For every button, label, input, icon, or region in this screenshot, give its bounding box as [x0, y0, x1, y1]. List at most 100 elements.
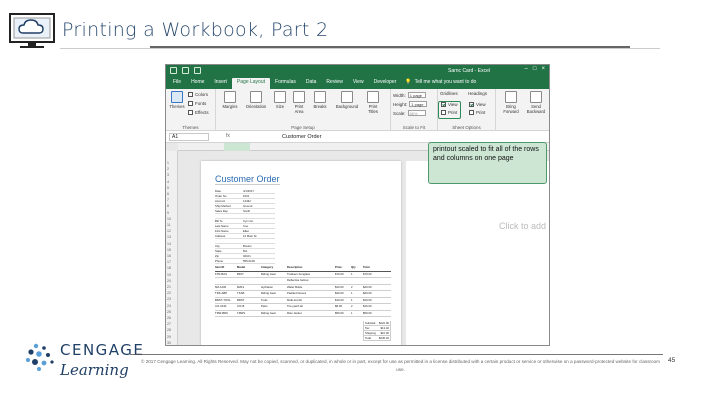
table-cell[interactable] [363, 278, 385, 284]
row-number[interactable]: 22 [167, 291, 171, 295]
table-cell[interactable]: 1 [351, 291, 363, 297]
table-cell[interactable]: 1 [351, 298, 363, 304]
table-cell[interactable]: Water Bottle [287, 285, 335, 291]
table-cell[interactable]: $79.00 [335, 272, 351, 278]
row-number[interactable]: 18 [167, 266, 171, 270]
info-label[interactable]: State [215, 249, 243, 253]
effects-button[interactable]: Effects [188, 110, 209, 115]
table-cell[interactable]: $8.00 [335, 304, 351, 310]
table-cell[interactable]: Riding Gear [261, 311, 287, 317]
row-number[interactable]: 4 [167, 180, 169, 184]
info-label[interactable]: Date [215, 189, 243, 193]
height-select[interactable]: 1 page [409, 101, 428, 107]
table-cell[interactable] [335, 278, 351, 284]
table-cell[interactable]: TRW9 [237, 311, 261, 317]
table-cell[interactable]: Parts [261, 304, 287, 310]
info-value[interactable]: 555-0100 [243, 259, 255, 263]
column-header[interactable]: Total [363, 265, 385, 271]
redo-icon[interactable] [194, 67, 201, 74]
info-value[interactable]: Ellen [243, 229, 249, 233]
print-titles-button[interactable]: Print Titles [364, 91, 382, 114]
info-label[interactable]: First Name [215, 229, 243, 233]
info-value[interactable]: 1001 [243, 194, 249, 198]
table-cell[interactable]: Tire patch kit [287, 304, 335, 310]
table-cell[interactable]: Riding Gear [261, 272, 287, 278]
table-cell[interactable]: $59.00 [363, 311, 385, 317]
table-cell[interactable]: $10.00 [335, 285, 351, 291]
headings-view-checkbox[interactable]: View [469, 102, 486, 107]
row-number[interactable]: 20 [167, 279, 171, 283]
tab-formulas[interactable]: Formulas [270, 78, 301, 89]
info-label[interactable]: Account [215, 199, 243, 203]
info-value[interactable]: Cyc Ltd. [243, 219, 253, 223]
info-label[interactable]: Zip [215, 254, 243, 258]
formula-input[interactable]: Customer Order [282, 134, 321, 140]
table-cell[interactable]: TKAB [237, 291, 261, 297]
maximize-icon[interactable]: □ [533, 66, 537, 72]
breaks-button[interactable]: Breaks [310, 91, 330, 109]
table-cell[interactable]: TRW-BR9 [215, 311, 237, 317]
totals-value[interactable]: $13.32 [380, 326, 389, 330]
row-number[interactable]: 9 [167, 211, 169, 215]
print-area-button[interactable]: Print Area [290, 91, 308, 114]
info-label[interactable] [215, 214, 243, 218]
table-cell[interactable]: 1 [351, 272, 363, 278]
totals-value[interactable]: $10.00 [380, 331, 389, 335]
totals-value[interactable]: $245.32 [379, 336, 389, 340]
info-label[interactable]: Ship Method [215, 204, 243, 208]
table-cell[interactable]: BF07 [237, 272, 261, 278]
table-cell[interactable] [237, 278, 261, 284]
column-header[interactable]: Category [261, 265, 287, 271]
info-value[interactable]: Coo [243, 224, 248, 228]
row-number[interactable]: 1 [167, 161, 169, 165]
row-number[interactable]: 27 [167, 322, 171, 326]
table-cell[interactable]: 1 [351, 311, 363, 317]
row-number[interactable]: 30 [167, 341, 171, 345]
totals-label[interactable]: Subtotal [365, 321, 375, 325]
tab-file[interactable]: File [168, 78, 186, 89]
row-number[interactable]: 6 [167, 192, 169, 196]
table-cell[interactable]: MZ12 [237, 285, 261, 291]
info-label[interactable]: Order No [215, 194, 243, 198]
fonts-button[interactable]: Fonts [188, 101, 206, 106]
row-number[interactable]: 17 [167, 260, 171, 264]
row-number[interactable]: 29 [167, 335, 171, 339]
table-cell[interactable]: Hydration [261, 285, 287, 291]
send-backward-button[interactable]: Send Backward [524, 91, 548, 114]
row-number[interactable]: 24 [167, 304, 171, 308]
column-header[interactable]: Item ID [215, 265, 237, 271]
row-number[interactable]: 23 [167, 297, 171, 301]
table-cell[interactable]: $19.00 [363, 298, 385, 304]
customer-order-title[interactable]: Customer Order [215, 174, 280, 185]
info-value[interactable]: 12 Main St. [243, 234, 257, 238]
table-cell[interactable]: $29.00 [363, 291, 385, 297]
table-cell[interactable]: CO-1540 [215, 304, 237, 310]
table-cell[interactable]: 2 [351, 304, 363, 310]
table-cell[interactable] [215, 278, 237, 284]
table-cell[interactable]: $59.00 [335, 311, 351, 317]
info-value[interactable]: Ground [243, 204, 252, 208]
background-button[interactable]: Background [332, 91, 362, 109]
size-button[interactable]: Size [272, 91, 288, 109]
table-cell[interactable]: Reflective helmet [287, 278, 335, 284]
row-number[interactable]: 14 [167, 242, 171, 246]
info-value[interactable]: Smith [243, 209, 250, 213]
row-number[interactable]: 8 [167, 204, 169, 208]
table-cell[interactable]: FTR-BAS [215, 272, 237, 278]
totals-label[interactable]: Shipping [365, 331, 376, 335]
fx-icon[interactable]: fx [226, 133, 230, 139]
row-number[interactable]: 21 [167, 285, 171, 289]
table-cell[interactable] [261, 278, 287, 284]
table-cell[interactable]: Padded Gloves [287, 291, 335, 297]
totals-value[interactable]: $222.00 [379, 321, 389, 325]
table-cell[interactable]: TRK-ABP [215, 291, 237, 297]
info-label[interactable] [215, 239, 243, 243]
column-header[interactable]: Description [287, 265, 335, 271]
table-cell[interactable]: $20.00 [363, 285, 385, 291]
table-cell[interactable] [351, 278, 363, 284]
tab-developer[interactable]: Developer [369, 78, 402, 89]
name-box[interactable]: A1 [169, 133, 209, 141]
row-number[interactable]: 16 [167, 254, 171, 258]
table-cell[interactable]: $16.00 [363, 304, 385, 310]
totals-label[interactable]: Tax [365, 326, 369, 330]
